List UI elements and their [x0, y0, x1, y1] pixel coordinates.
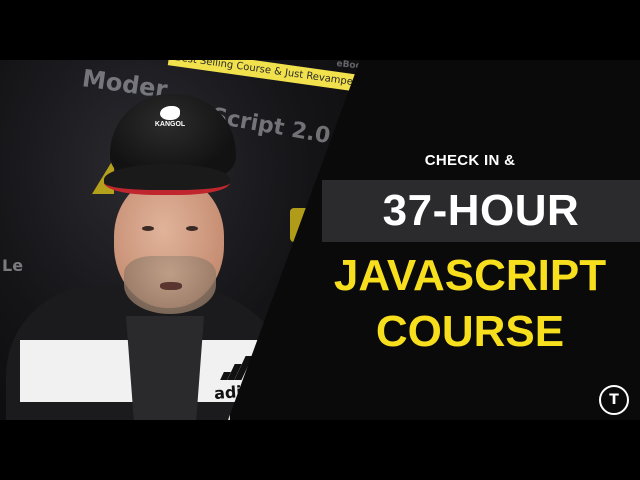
left-eye	[142, 226, 154, 231]
channel-logo-glyph: T	[609, 392, 619, 408]
course-text: COURSE	[375, 307, 565, 356]
right-eye	[186, 226, 198, 231]
kangaroo-icon	[160, 106, 180, 120]
thumbnail-scene: Moder Script 2.0 Course eBook Freelance …	[0, 60, 640, 420]
hours-text: 37-HOUR	[382, 186, 580, 235]
video-thumbnail: Moder Script 2.0 Course eBook Freelance …	[0, 0, 640, 480]
javascript-text: JAVASCRIPT	[333, 251, 607, 300]
mouth	[160, 282, 182, 290]
kangol-logo: KANGOL	[153, 106, 187, 132]
best-selling-badge: Best Selling Course & Just Revamped	[167, 60, 360, 93]
kangol-wordmark: KANGOL	[154, 121, 186, 128]
shirt	[126, 316, 204, 420]
check-in-text: CHECK IN &	[424, 152, 516, 169]
cap-brim	[104, 164, 230, 195]
background-left-fragment: Le	[2, 256, 24, 275]
channel-logo-icon: T	[599, 385, 629, 415]
